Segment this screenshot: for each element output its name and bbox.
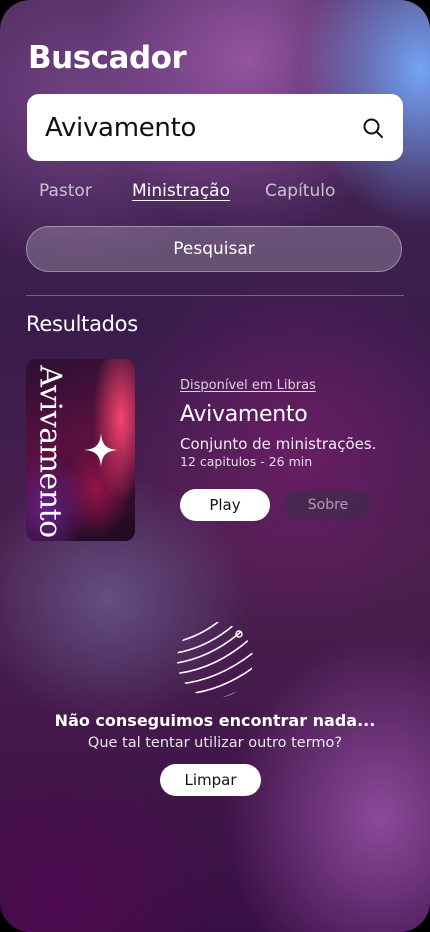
result-title: Avivamento (180, 402, 308, 427)
search-icon[interactable] (361, 116, 385, 140)
result-cover-image[interactable]: Avivamento (26, 359, 135, 541)
result-description: Conjunto de ministrações. (180, 435, 377, 453)
search-input-value[interactable]: Avivamento (45, 113, 361, 143)
libras-link[interactable]: Disponível em Libras (180, 378, 316, 393)
page-title: Buscador (28, 40, 187, 76)
search-input[interactable]: Avivamento (27, 94, 403, 161)
tab-ministracao[interactable]: Ministração (132, 181, 230, 201)
empty-state-title: Não conseguimos encontrar nada... (54, 711, 376, 730)
cover-title: Avivamento (32, 364, 68, 538)
filter-tabs: Pastor Ministração Capítulo (0, 181, 430, 205)
search-button[interactable]: Pesquisar (26, 226, 402, 272)
search-screen: Buscador Avivamento Pastor Ministração C… (0, 0, 430, 932)
play-button[interactable]: Play (180, 489, 270, 521)
sparkle-icon (84, 433, 118, 467)
clear-button[interactable]: Limpar (160, 764, 261, 796)
divider (26, 295, 404, 296)
tab-capitulo[interactable]: Capítulo (265, 181, 335, 201)
about-button[interactable]: Sobre (285, 490, 371, 520)
result-meta: 12 capitulos - 26 min (180, 454, 313, 469)
empty-state-subtitle: Que tal tentar utilizar outro termo? (87, 735, 343, 751)
tab-pastor[interactable]: Pastor (39, 181, 92, 201)
results-heading: Resultados (26, 312, 138, 336)
globe-icon (177, 622, 253, 698)
